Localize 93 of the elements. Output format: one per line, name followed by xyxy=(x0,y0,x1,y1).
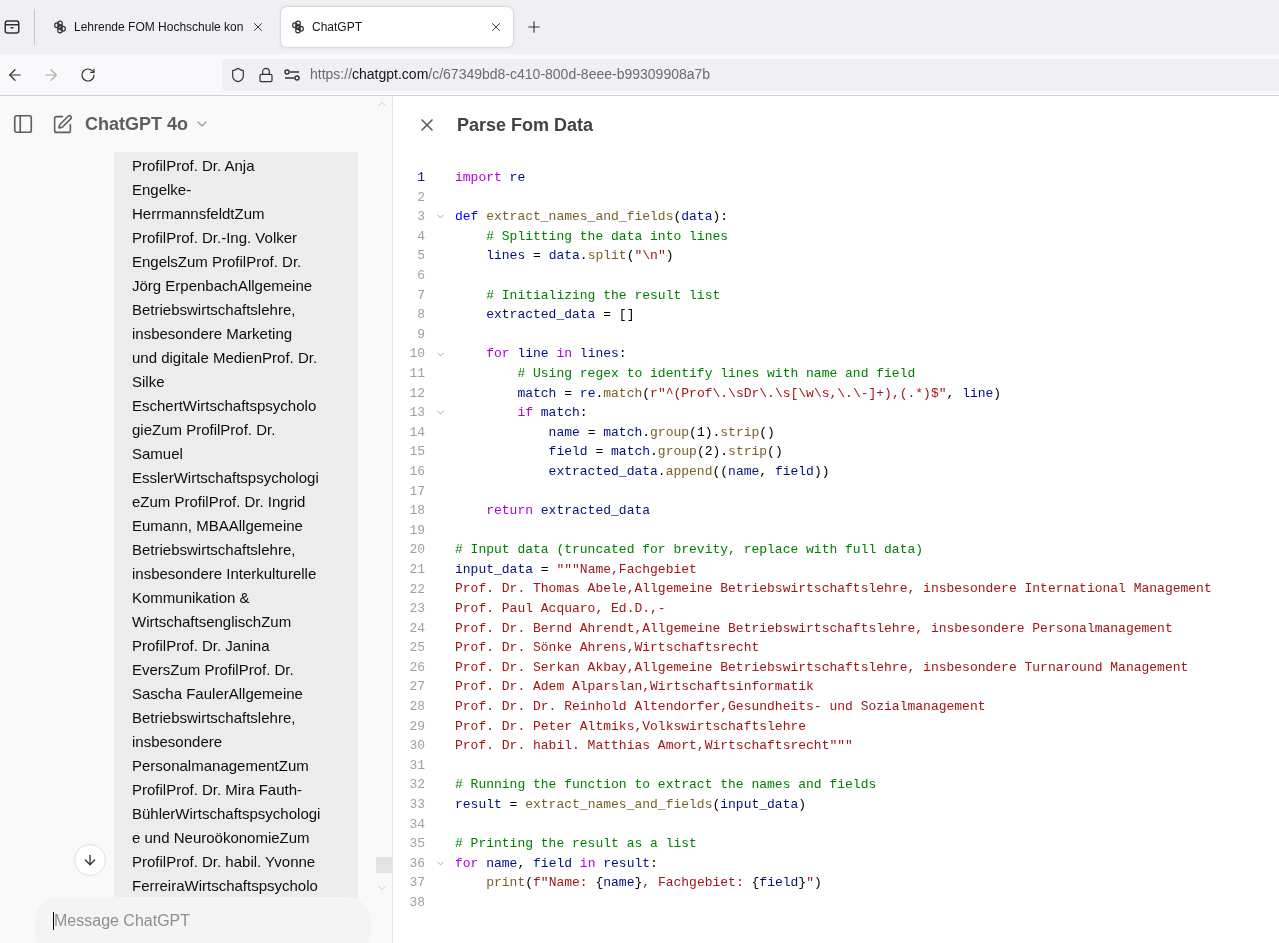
line-number: 14 xyxy=(408,423,425,442)
line-number: 31 xyxy=(408,756,425,775)
code-line: Prof. Dr. Bernd Ahrendt,Allgemeine Betriebswirtschaftslehre, insbesondere Personalmanagement xyxy=(455,619,1173,638)
code-line: Prof. Dr. Peter Altmiks,Volkswirtschaftslehre xyxy=(455,717,807,736)
line-number: 2 xyxy=(416,188,425,207)
line-number: 32 xyxy=(408,776,425,795)
tab-title: ChatGPT xyxy=(312,19,363,36)
line-number: 26 xyxy=(408,658,425,677)
code-line: import re xyxy=(455,169,526,187)
code-line: # Input data (truncated for brevity, replace with full data) xyxy=(455,541,924,560)
line-number: 15 xyxy=(408,443,425,462)
line-number: 3 xyxy=(416,208,425,227)
lock-icon[interactable] xyxy=(258,66,274,83)
line-number: 4 xyxy=(416,227,425,246)
line-number: 16 xyxy=(408,462,425,481)
browser-tab[interactable]: Lehrende FOM Hochschule kon xyxy=(43,7,275,47)
code-line: field = match.group(2).strip() xyxy=(547,443,783,462)
line-number: 10 xyxy=(408,345,425,364)
permissions-icon[interactable] xyxy=(284,68,300,81)
close-icon[interactable] xyxy=(251,20,265,34)
line-number: 21 xyxy=(408,560,425,579)
model-selector[interactable]: ChatGPT 4o xyxy=(85,110,210,138)
code-line: # Running the function to extract the names and fields xyxy=(455,776,877,795)
close-icon[interactable] xyxy=(489,20,503,34)
code-line: Prof. Paul Acquaro, Ed.D.,- xyxy=(455,600,666,619)
tab-list-icon[interactable] xyxy=(3,18,21,36)
browser-tab[interactable]: ChatGPT xyxy=(281,7,513,47)
tab-title: Lehrende FOM Hochschule kon xyxy=(74,19,244,36)
new-tab-icon[interactable] xyxy=(525,18,543,36)
code-line: Prof. Dr. Dr. Reinhold Altendorfer,Gesundheits- und Sozialmanagement xyxy=(455,698,986,717)
code-line: Prof. Dr. Sönke Ahrens,Wirtschaftsrecht xyxy=(455,639,760,658)
line-number: 12 xyxy=(408,384,425,403)
line-number: 35 xyxy=(408,835,425,854)
message-input[interactable]: Message ChatGPT xyxy=(35,897,371,943)
line-number: 22 xyxy=(408,580,425,599)
code-line: lines = data.split("\n") xyxy=(485,247,674,266)
code-line: extracted_data.append((name, field)) xyxy=(547,462,830,481)
line-number: 1 xyxy=(416,169,425,188)
code-line: match = re.match(r"^(Prof\.\sDr\.\s[\w\s,\.\-]+),(.*)$", line) xyxy=(516,384,1002,403)
line-number: 18 xyxy=(408,502,425,521)
code-line: extracted_data = [] xyxy=(485,306,635,325)
flower-icon xyxy=(291,20,305,34)
message-text: ProfilProf. Dr. Anja Engelke- HerrmannsfeldtZum ProfilProf. Dr.-Ing. Volker EngelsZum ProfilProf. Dr. Jörg ErpenbachAllgemeine Betriebswirtschaftslehre, insbesondere Marketing und digitale MedienProf. Dr. Silke EschertWirtschaftspsycholo gieZum ProfilProf. Dr. Samuel EsslerWirtschaftspsychologi eZum ProfilProf. Dr. Ingrid Eumann, MBAAllgemeine Betriebswirtschaftslehre, insbesondere Interkulturelle Kommunikation & WirtschaftsenglischZum ProfilProf. Dr. Janina EversZum ProfilProf. Dr. Sascha FaulerAllgemeine Betriebswirtschaftslehre, insbesondere PersonalmanagementZum ProfilProf. Dr. Mira Fauth- BühlerWirtschaftspsychologi e und NeuroökonomieZum ProfilProf. Dr. habil. Yvonne FerreiraWirtschaftspsycholo xyxy=(132,156,322,896)
line-number: 11 xyxy=(408,365,425,383)
code-line: # Using regex to identify lines with name and field xyxy=(516,364,916,383)
code-line: # Splitting the data into lines xyxy=(485,227,729,246)
code-line: Prof. Dr. Thomas Abele,Allgemeine Betriebswirtschaftslehre, insbesondere International Management xyxy=(455,580,1212,599)
line-number: 38 xyxy=(408,894,425,912)
line-number: 28 xyxy=(408,698,425,717)
new-chat-icon[interactable] xyxy=(52,113,73,135)
code-line: print(f"Name: {name}, Fachgebiet: {field}") xyxy=(485,874,822,893)
code-line: return extracted_data xyxy=(485,502,651,521)
shield-icon[interactable] xyxy=(230,66,246,83)
code-line: for name, field in result: xyxy=(455,854,658,873)
line-number: 24 xyxy=(408,619,425,638)
flower-icon xyxy=(53,20,67,34)
line-number: 27 xyxy=(408,678,425,697)
line-number: 9 xyxy=(416,325,425,344)
code-line: result = extract_names_and_fields(input_data) xyxy=(455,796,807,814)
line-number: 29 xyxy=(408,717,425,736)
code-line: # Printing the result as a list xyxy=(455,835,697,854)
code-line: Prof. Dr. habil. Matthias Amort,Wirtschaftsrecht""" xyxy=(455,737,853,756)
line-number: 37 xyxy=(408,874,425,893)
code-line: for line in lines: xyxy=(485,345,627,364)
line-number: 19 xyxy=(408,521,425,540)
code-line: input_data = """Name,Fachgebiet xyxy=(455,560,697,579)
code-line: Prof. Dr. Serkan Akbay,Allgemeine Betriebswirtschaftslehre, insbesondere Turnaround Management xyxy=(455,658,1189,677)
line-number: 25 xyxy=(408,639,425,658)
line-number: 36 xyxy=(408,854,425,873)
line-number: 34 xyxy=(408,815,425,834)
code-line: name = match.group(1).strip() xyxy=(547,423,775,442)
line-number: 8 xyxy=(416,306,425,325)
line-number: 7 xyxy=(416,286,425,305)
line-number: 13 xyxy=(408,404,425,423)
line-number: 30 xyxy=(408,737,425,756)
url-text: https://chatgpt.com/c/67349bd8-c410-800d-8eee-b99309908a7b xyxy=(310,65,711,84)
code-line: if match: xyxy=(516,404,588,423)
line-number: 20 xyxy=(408,541,425,560)
scroll-down-button[interactable] xyxy=(74,844,106,876)
code-line: def extract_names_and_fields(data): xyxy=(455,208,729,227)
sidebar-toggle-icon[interactable] xyxy=(12,113,34,135)
canvas-title: Parse Fom Data xyxy=(457,113,594,137)
line-number: 17 xyxy=(408,482,425,501)
message-field[interactable]: Message ChatGPT xyxy=(54,912,354,930)
code-line: Prof. Dr. Adem Alparslan,Wirtschaftsinformatik xyxy=(455,678,814,697)
code-line: # Initializing the result list xyxy=(485,286,721,305)
line-number: 23 xyxy=(408,600,425,619)
line-number: 6 xyxy=(416,267,425,285)
reload-icon[interactable] xyxy=(80,66,96,83)
address-bar[interactable]: https://chatgpt.com/c/67349bd8-c410-800d-8eee-b99309908a7b xyxy=(222,58,1279,91)
line-number: 33 xyxy=(408,796,425,815)
scrollbar-thumb[interactable] xyxy=(376,857,392,873)
line-number: 5 xyxy=(416,247,425,266)
